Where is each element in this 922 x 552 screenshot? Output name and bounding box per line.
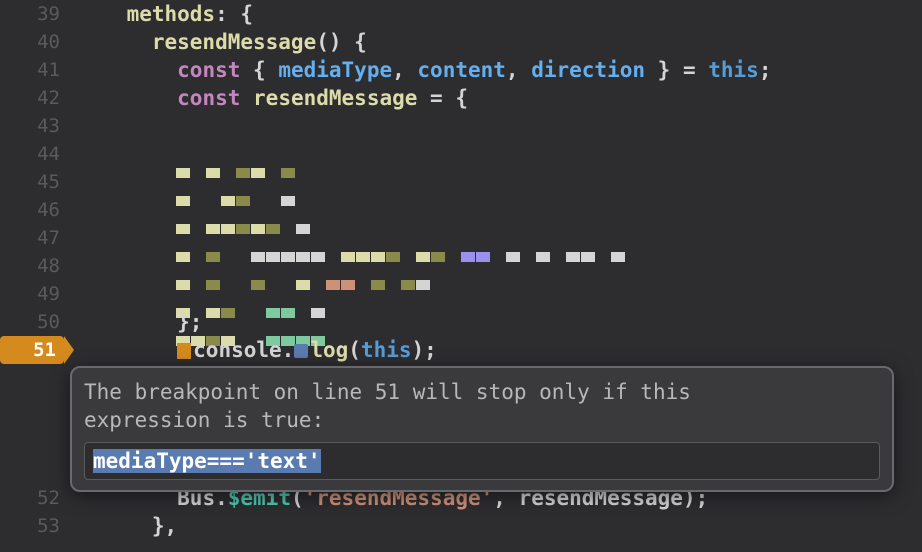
log-marker-icon bbox=[294, 344, 308, 358]
line-number: 40 bbox=[0, 28, 60, 56]
line-number: 47 bbox=[0, 224, 60, 252]
code-line-breakpoint: console.log(this); bbox=[76, 336, 922, 364]
code-line: const resendMessage = { bbox=[76, 84, 922, 112]
conditional-breakpoint-popup: The breakpoint on line 51 will stop only… bbox=[70, 366, 894, 492]
blurred-line bbox=[76, 140, 922, 168]
blurred-line bbox=[76, 112, 922, 140]
line-number: 43 bbox=[0, 112, 60, 140]
line-number: 45 bbox=[0, 168, 60, 196]
line-number: 53 bbox=[0, 512, 60, 540]
line-number: 46 bbox=[0, 196, 60, 224]
code-line: methods: { bbox=[76, 0, 922, 28]
line-number: 52 bbox=[0, 484, 60, 512]
line-number: 50 bbox=[0, 308, 60, 336]
line-number: 48 bbox=[0, 252, 60, 280]
breakpoint-expression-input[interactable]: mediaType==='text' bbox=[84, 442, 880, 480]
popup-message: The breakpoint on line 51 will stop only… bbox=[84, 378, 880, 434]
active-line-number: 51 bbox=[0, 336, 64, 364]
line-number: 39 bbox=[0, 0, 60, 28]
line-number: 42 bbox=[0, 84, 60, 112]
code-line: resendMessage() { bbox=[76, 28, 922, 56]
line-number: 49 bbox=[0, 280, 60, 308]
code-line: }, bbox=[76, 512, 922, 540]
line-number: 44 bbox=[0, 140, 60, 168]
code-line: const { mediaType, content, direction } … bbox=[76, 56, 922, 84]
line-number: 41 bbox=[0, 56, 60, 84]
breakpoint-marker-icon[interactable] bbox=[177, 343, 191, 359]
gutter: 39 40 41 42 43 44 45 46 47 48 49 50 51 5… bbox=[0, 0, 70, 552]
